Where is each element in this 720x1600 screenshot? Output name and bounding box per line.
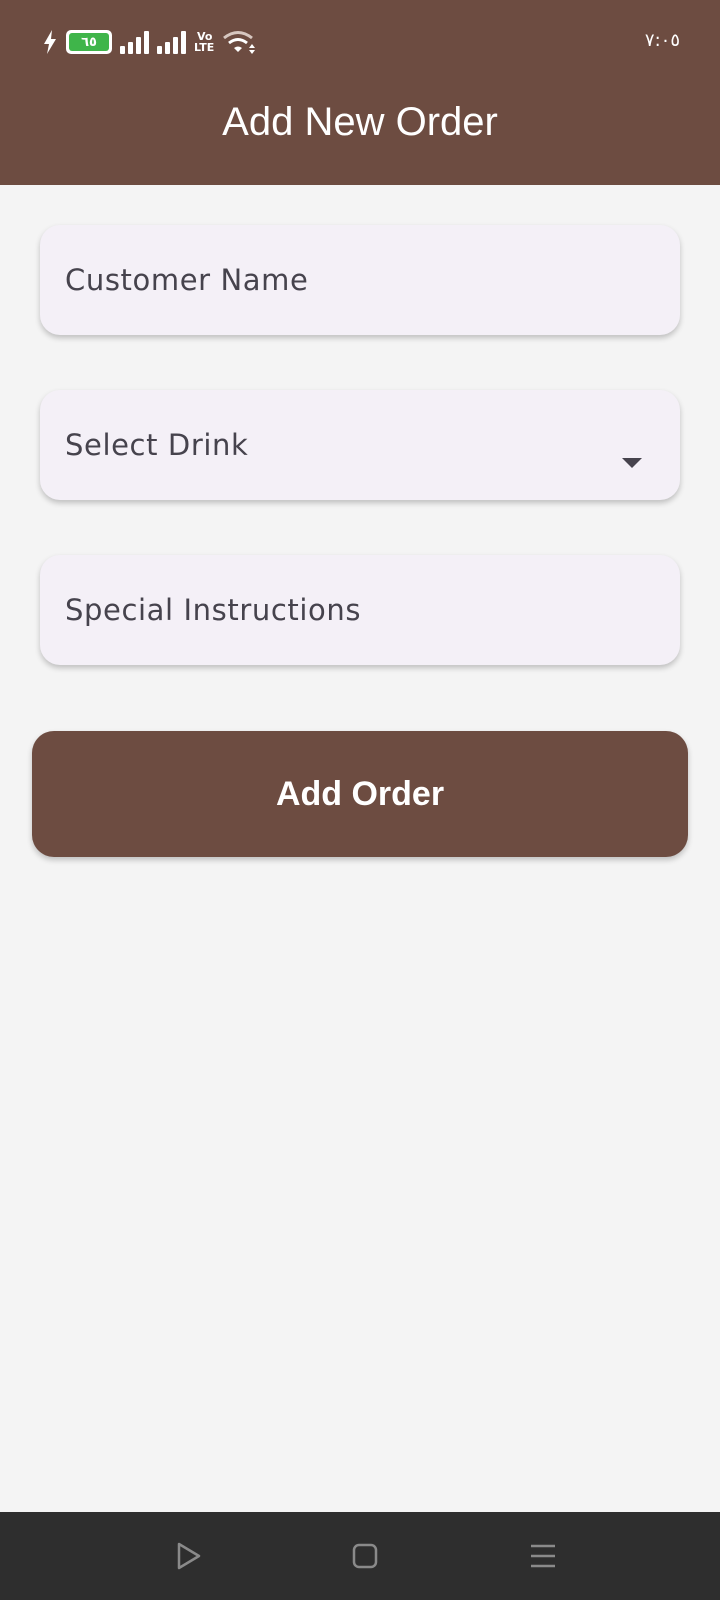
customer-name-label: Customer Name (65, 263, 309, 297)
customer-name-field[interactable]: Customer Name (40, 225, 680, 335)
special-instructions-field[interactable]: Special Instructions (40, 555, 680, 665)
special-instructions-label: Special Instructions (65, 593, 362, 627)
status-bar: ٦٥ Vo LTE ٧:٠٥ (0, 0, 720, 80)
app-bar: ٦٥ Vo LTE ٧:٠٥ Add New Order (0, 0, 720, 185)
battery-icon: ٦٥ (66, 30, 112, 54)
home-square-icon[interactable] (347, 1538, 383, 1574)
wifi-icon (223, 31, 256, 54)
page-title: Add New Order (222, 100, 498, 144)
status-time: ٧:٠٥ (644, 30, 680, 51)
volte-icon: Vo LTE (194, 30, 215, 54)
dropdown-arrow-icon (622, 458, 642, 468)
drink-select[interactable]: Select Drink (40, 390, 680, 500)
add-order-label: Add Order (275, 774, 445, 813)
signal-1-icon (120, 30, 149, 54)
status-icons: ٦٥ Vo LTE (42, 28, 258, 56)
add-order-button[interactable]: Add Order (32, 731, 688, 857)
drink-select-label: Select Drink (65, 428, 249, 462)
back-triangle-icon[interactable] (170, 1538, 206, 1574)
charging-bolt-icon (44, 30, 56, 54)
recents-menu-icon[interactable] (525, 1538, 561, 1574)
battery-level: ٦٥ (81, 34, 97, 50)
signal-2-icon (157, 30, 186, 54)
system-nav-bar (0, 1512, 720, 1600)
